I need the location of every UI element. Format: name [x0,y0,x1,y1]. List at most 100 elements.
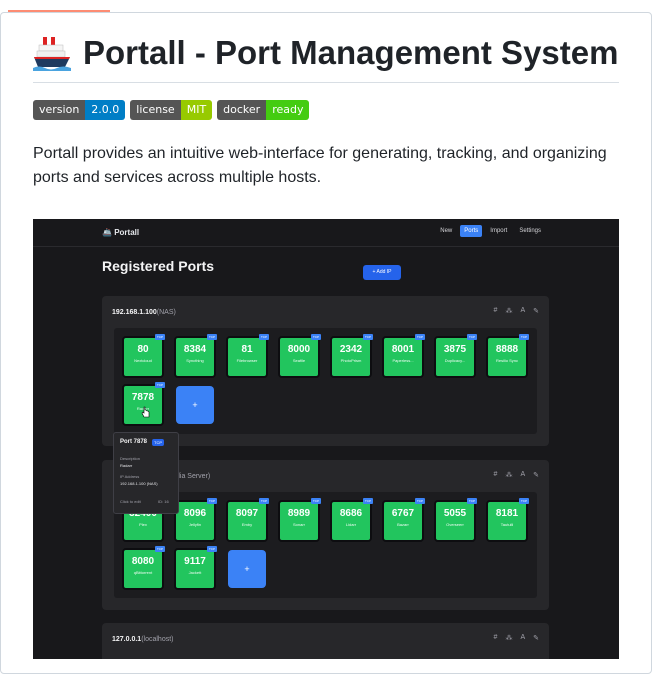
port-number: 80 [137,344,149,355]
host-actions: # ⁂ A ✎ [494,307,539,315]
tcp-badge: TCP [207,334,217,340]
tooltip-desc-value: Radarr [120,463,133,468]
tooltip-desc-label: Description [120,456,141,461]
add-port-button[interactable]: + [228,550,266,588]
port-tile[interactable]: TCP 7878 Radarr [122,382,165,426]
port-tile[interactable]: TCP 8001 Paperless... [382,334,425,378]
tcp-badge: TCP [415,334,425,340]
port-number: 8181 [495,508,519,519]
port-tile[interactable]: TCP 6767 Bazarr [382,498,425,542]
tcp-badge: TCP [311,334,321,340]
sort-protocol-icon[interactable]: ⁂ [505,634,512,642]
host-ip: 127.0.0.1 [112,636,142,643]
port-number: 8080 [131,556,155,567]
port-tile[interactable]: TCP 80 Nextcloud [122,334,165,378]
add-port-button[interactable]: + [176,386,214,424]
badge-value: MIT [180,100,213,120]
port-tile[interactable]: TCP 8989 Sonarr [278,498,321,542]
port-service: Syncthing [186,358,204,363]
readme-content: Portall - Port Management System version… [33,28,619,206]
tcp-badge: TCP [415,498,425,504]
tcp-badge: TCP [519,334,529,340]
tooltip-footer-left: Click to edit [120,499,141,504]
tooltip-footer-right: ID: 16 [158,499,169,504]
sort-number-icon[interactable]: # [494,471,498,479]
brand-label: Portall [114,228,140,237]
port-tile[interactable]: TCP 8888 Resilio Sync [486,334,529,378]
port-tile[interactable]: TCP 3875 Duplicacy... [434,334,477,378]
nav-settings[interactable]: Settings [515,225,545,237]
port-tile[interactable]: TCP 2342 PhotoPrism [330,334,373,378]
sort-alpha-icon[interactable]: A [520,634,525,642]
port-service: Filebrowser [236,358,258,363]
readme-heading: Portall - Port Management System [33,28,619,83]
port-tile[interactable]: TCP 81 Filebrowser [226,334,269,378]
tooltip-ip-label: IP Address [120,474,140,479]
tcp-badge: TCP [467,334,477,340]
badge-version[interactable]: version 2.0.0 [33,100,126,120]
tcp-badge: TCP [259,498,269,504]
port-number: 8096 [183,508,207,519]
tcp-badge: TCP [363,334,373,340]
sort-number-icon[interactable]: # [494,307,498,315]
port-number: 8888 [495,344,519,355]
port-tile[interactable]: TCP 8000 Seafile [278,334,321,378]
port-tile[interactable]: TCP 8096 Jellyfin [174,498,217,542]
sort-alpha-icon[interactable]: A [520,307,525,315]
port-service: Nextcloud [134,358,152,363]
host-name: 192.168.1.100(NAS) [112,309,176,316]
port-service: Lidarr [345,522,357,527]
port-number: 7878 [131,392,155,403]
sort-protocol-icon[interactable]: ⁂ [505,471,512,479]
nav-new[interactable]: New [436,225,456,237]
port-tile[interactable]: TCP 9117 Jackett [174,546,217,590]
host-actions: # ⁂ A ✎ [494,634,539,642]
edit-host-icon[interactable]: ✎ [533,307,539,315]
page-title: Registered Ports [102,258,215,274]
port-service: Duplicacy... [444,358,466,363]
nav-import[interactable]: Import [486,225,511,237]
port-service: Emby [241,522,253,527]
tcp-badge: TCP [155,334,165,340]
badge-label: license [130,100,181,120]
tcp-badge: TCP [519,498,529,504]
port-service: PhotoPrism [340,358,362,363]
ship-icon [33,37,71,71]
port-service: Plex [139,522,147,527]
tcp-badge: TCP [207,498,217,504]
port-service: Seafile [292,358,306,363]
edit-host-icon[interactable]: ✎ [533,471,539,479]
badge-docker[interactable]: docker ready [217,100,310,120]
host-nickname: (localhost) [141,636,174,643]
port-service: Overseerr [446,522,464,527]
port-number: 8384 [183,344,207,355]
nav-ports[interactable]: Ports [460,225,483,237]
port-tile[interactable]: TCP 5055 Overseerr [434,498,477,542]
port-number: 8097 [235,508,259,519]
port-tile[interactable]: TCP 8181 Tautulli [486,498,529,542]
tooltip-title: Port 7878 [120,439,148,445]
nav-links: New Ports Import Settings [436,225,545,237]
add-ip-button[interactable]: + Add IP [363,265,401,280]
port-tile[interactable]: TCP 8384 Syncthing [174,334,217,378]
app-brand[interactable]: 🚢 Portall [102,228,139,237]
host-card-localhost: 127.0.0.1(localhost) # ⁂ A ✎ [102,623,549,659]
port-tile[interactable]: TCP 8097 Emby [226,498,269,542]
port-tile[interactable]: TCP 8686 Lidarr [330,498,373,542]
sort-protocol-icon[interactable]: ⁂ [505,307,512,315]
port-service: Paperless... [392,358,414,363]
tcp-badge: TCP [467,498,477,504]
host-nickname: (NAS) [156,309,176,316]
port-number: 6767 [391,508,415,519]
port-number: 3875 [443,344,467,355]
host-name: 127.0.0.1(localhost) [112,636,174,643]
port-number: 9117 [184,556,206,567]
badge-license[interactable]: license MIT [130,100,213,120]
port-tile[interactable]: TCP 8080 qBittorrent [122,546,165,590]
sort-number-icon[interactable]: # [494,634,498,642]
port-service: Tautulli [500,522,514,527]
sort-alpha-icon[interactable]: A [520,471,525,479]
tcp-badge: TCP [155,546,165,552]
badge-row: version 2.0.0 license MIT docker ready [33,100,619,120]
edit-host-icon[interactable]: ✎ [533,634,539,642]
